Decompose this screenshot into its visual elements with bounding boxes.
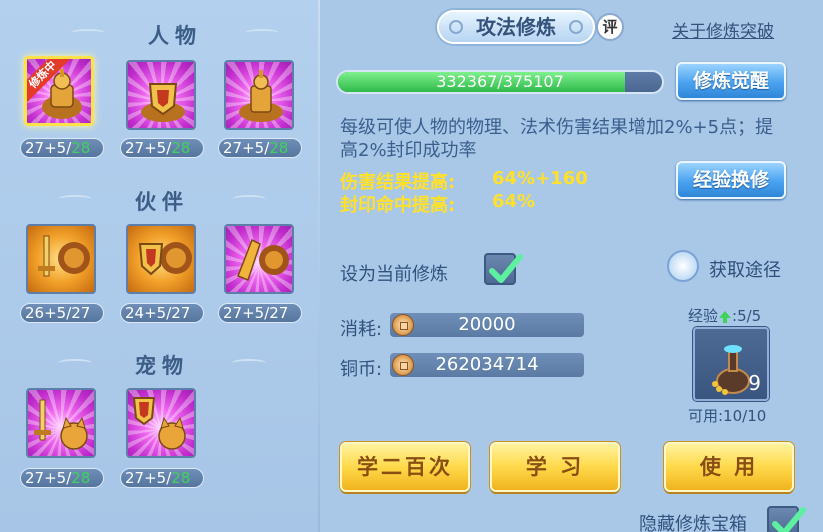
shield-cat-icon — [132, 397, 186, 450]
character-slot-2-level: 27+5/28 — [120, 138, 204, 158]
seal-effect-value: 64% — [492, 191, 536, 212]
about-breakthrough-link[interactable]: 关于修炼突破 — [672, 17, 774, 42]
pet-slot-1[interactable] — [26, 388, 96, 458]
partner-slot-2-level: 24+5/27 — [120, 303, 204, 323]
character-slot-1-level: 27+5/28 — [20, 138, 104, 158]
gauntlet-lion-icon — [237, 238, 289, 281]
coin-icon — [392, 314, 414, 336]
learn-200-button[interactable]: 学二百次 — [340, 442, 470, 492]
coins-label: 铜币: — [340, 359, 383, 380]
cultivation-progress-bar: 332367/375107 — [336, 70, 664, 94]
partner-slot-2[interactable] — [126, 224, 196, 294]
character-slot-3-level: 27+5/28 — [218, 138, 302, 158]
section-title-pet: 宠物 — [58, 350, 266, 380]
cultivation-title: 攻法修炼 — [437, 10, 595, 44]
coin-icon — [392, 354, 414, 376]
scroll-icon — [667, 250, 699, 282]
set-current-label: 设为当前修炼 — [340, 264, 448, 285]
pet-slot-2-level: 27+5/28 — [120, 468, 204, 488]
exp-count: 经验:5/5 — [688, 307, 762, 325]
rate-badge[interactable]: 评 — [596, 13, 624, 41]
awaken-button[interactable]: 修炼觉醒 — [676, 62, 786, 100]
arrow-up-icon — [719, 310, 732, 323]
usable-count: 可用:10/10 — [688, 407, 767, 425]
hide-chest-checkbox[interactable] — [767, 506, 806, 532]
check-icon — [489, 254, 523, 283]
partner-slot-1-level: 26+5/27 — [20, 303, 104, 323]
coins-value: 262034714 — [390, 353, 584, 377]
exchange-exp-button[interactable]: 经验换修 — [676, 161, 786, 199]
use-button[interactable]: 使 用 — [664, 442, 794, 492]
partner-slot-3-level: 27+5/27 — [218, 303, 302, 323]
check-icon — [772, 507, 806, 532]
pet-slot-2[interactable] — [126, 388, 196, 458]
character-slot-3[interactable] — [224, 60, 294, 130]
seal-effect-label: 封印命中提高: — [340, 195, 456, 216]
damage-effect-value: 64%+160 — [492, 168, 588, 189]
set-current-checkbox[interactable] — [484, 253, 523, 285]
effect-description: 每级可使人物的物理、法术伤害结果增加2%+5点；提高2%封印成功率 — [340, 117, 774, 161]
progress-text: 332367/375107 — [436, 72, 564, 91]
section-title-partner: 伙伴 — [58, 186, 266, 216]
pet-slot-1-level: 27+5/28 — [20, 468, 104, 488]
character-slot-2[interactable] — [126, 60, 196, 130]
get-path-link[interactable]: 获取途径 — [667, 250, 797, 284]
section-title-character: 人物 — [71, 20, 279, 50]
sword-cat-icon — [34, 399, 88, 450]
target-list-panel: 人物 修炼中 27+5/28 27+5/28 27+5/28 伙伴 26+5/2… — [0, 0, 318, 532]
panel-divider — [318, 0, 320, 532]
armor-suit-icon — [239, 70, 283, 122]
cost-label: 消耗: — [340, 319, 383, 340]
treasure-item-slot[interactable]: 9 — [693, 327, 769, 401]
character-slot-1[interactable]: 修炼中 — [24, 56, 94, 126]
learn-button[interactable]: 学 习 — [490, 442, 620, 492]
shield-lion-icon — [138, 242, 192, 276]
armor-shield-icon — [141, 83, 185, 122]
partner-slot-1[interactable] — [26, 224, 96, 294]
cost-value: 20000 — [390, 313, 584, 337]
sword-lion-icon — [38, 235, 90, 277]
hide-chest-label: 隐藏修炼宝箱 — [639, 514, 747, 532]
cultivation-window: 人物 修炼中 27+5/28 27+5/28 27+5/28 伙伴 26+5/2… — [0, 0, 823, 532]
partner-slot-3[interactable] — [224, 224, 294, 294]
